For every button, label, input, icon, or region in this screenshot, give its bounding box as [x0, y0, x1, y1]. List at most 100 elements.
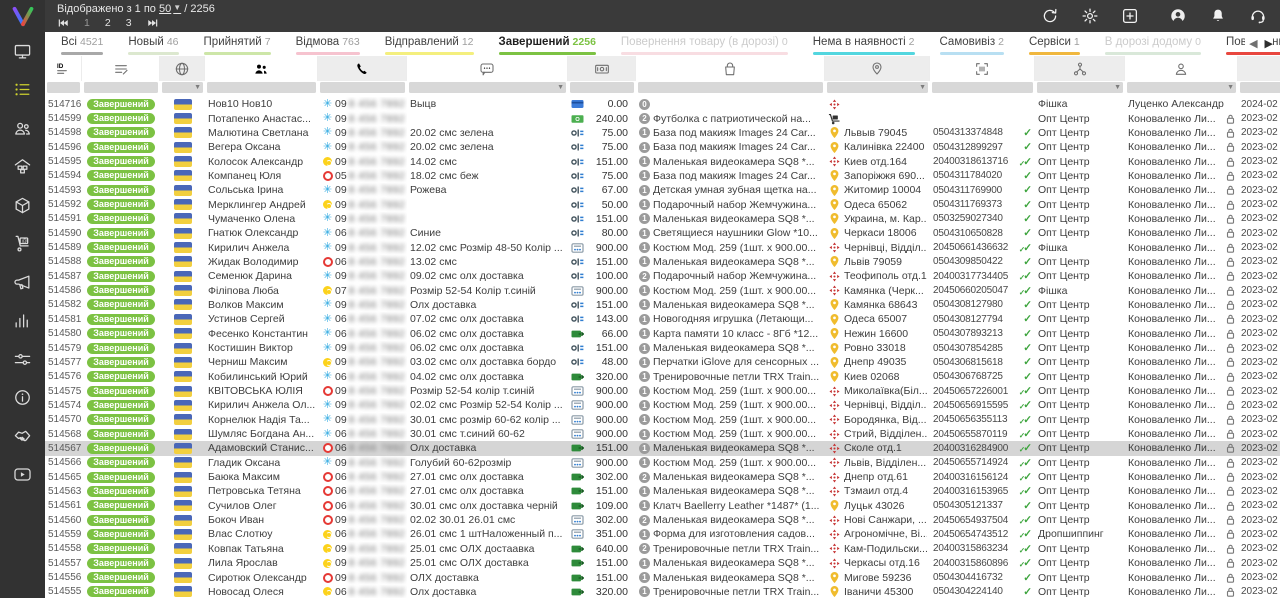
- cell-phone[interactable]: 098 456 7892: [318, 556, 407, 570]
- cell-id[interactable]: 514567: [45, 441, 82, 455]
- cell-date[interactable]: 2023-02: [1238, 398, 1280, 412]
- cell-date[interactable]: 2023-02: [1238, 255, 1280, 269]
- cell-fulfil[interactable]: Опт Центр: [1035, 398, 1125, 412]
- cell-track[interactable]: 20450654937504✓: [930, 513, 1035, 527]
- cell-pay[interactable]: 151.00: [568, 441, 636, 455]
- cell-fulfil[interactable]: Опт Центр: [1035, 470, 1125, 484]
- cell-ship[interactable]: Сколе отд.1: [825, 441, 930, 455]
- cell-fulfil[interactable]: Опт Центр: [1035, 226, 1125, 240]
- cell-pay[interactable]: 151.00: [568, 556, 636, 570]
- cell-ship[interactable]: Чернівці, Відділ...: [825, 398, 930, 412]
- cell-flag[interactable]: [160, 441, 205, 455]
- cell-pay[interactable]: 320.00: [568, 585, 636, 598]
- cell-flag[interactable]: [160, 111, 205, 125]
- cell-name[interactable]: Устинов Сергей: [205, 312, 318, 326]
- cell-manager[interactable]: Коноваленко Ли...: [1125, 312, 1238, 326]
- cell-fulfil[interactable]: Опт Центр: [1035, 140, 1125, 154]
- cell-comment[interactable]: 12.02 смс Розмір 48-50 Колір ...: [407, 240, 568, 254]
- cell-track[interactable]: 20400318613716✓: [930, 154, 1035, 168]
- cell-status[interactable]: Завершений: [82, 298, 160, 312]
- cell-product[interactable]: 1Клатч Baellerry Leather *1487* (1...: [636, 499, 825, 513]
- cell-track[interactable]: 20400316156124✓: [930, 470, 1035, 484]
- cell-track[interactable]: 0504304224140✓: [930, 585, 1035, 598]
- cell-id[interactable]: 514561: [45, 499, 82, 513]
- cell-id[interactable]: 514599: [45, 111, 82, 125]
- cell-status[interactable]: Завершений: [82, 470, 160, 484]
- table-row[interactable]: 514716ЗавершенийНов10 Нов10✳098 456 7892…: [45, 97, 1280, 111]
- cell-track[interactable]: 0504307893213✓: [930, 327, 1035, 341]
- pin-icon-column-header[interactable]: [825, 56, 930, 81]
- cell-id[interactable]: 514565: [45, 470, 82, 484]
- cell-comment[interactable]: Розмір 52-54 колір т.синій: [407, 384, 568, 398]
- cell-status[interactable]: Завершений: [82, 183, 160, 197]
- cell-track[interactable]: 0504311769900✓: [930, 183, 1035, 197]
- cell-phone[interactable]: 098 456 7892: [318, 384, 407, 398]
- cell-pay[interactable]: 151.00: [568, 298, 636, 312]
- cell-fulfil[interactable]: Опт Центр: [1035, 585, 1125, 598]
- cell-track[interactable]: 20400315863234✓: [930, 542, 1035, 556]
- cell-date[interactable]: 2023-02: [1238, 542, 1280, 556]
- cell-fulfil[interactable]: Опт Центр: [1035, 111, 1125, 125]
- cell-track[interactable]: 20450654743512✓: [930, 527, 1035, 541]
- cell-pay[interactable]: 900.00: [568, 283, 636, 297]
- cell-track[interactable]: 0504308127980✓: [930, 298, 1035, 312]
- cell-ship[interactable]: Камянка (Черк...: [825, 283, 930, 297]
- cell-manager[interactable]: Коноваленко Ли...: [1125, 226, 1238, 240]
- table-row[interactable]: 514589ЗавершенийКирилич Анжела✳098 456 7…: [45, 240, 1280, 254]
- table-row[interactable]: 514593ЗавершенийСольська Ірина✳098 456 7…: [45, 183, 1280, 197]
- cell-manager[interactable]: Коноваленко Ли...: [1125, 413, 1238, 427]
- filter-input-id[interactable]: [47, 82, 80, 93]
- table-row[interactable]: 514594ЗавершенийКомпанец Юля058 456 7892…: [45, 169, 1280, 183]
- cell-name[interactable]: Філіпова Люба: [205, 283, 318, 297]
- cell-ship[interactable]: Черкаси 18006: [825, 226, 930, 240]
- cell-product[interactable]: 1Маленькая видеокамера SQ8 *...: [636, 154, 825, 168]
- cell-id[interactable]: 514591: [45, 212, 82, 226]
- cell-manager[interactable]: Коноваленко Ли...: [1125, 283, 1238, 297]
- cell-comment[interactable]: ОЛХ доставка: [407, 570, 568, 584]
- cell-pay[interactable]: 900.00: [568, 456, 636, 470]
- cell-fulfil[interactable]: Опт Центр: [1035, 341, 1125, 355]
- table-row[interactable]: 514588ЗавершенийЖидак Володимир068 456 7…: [45, 255, 1280, 269]
- cell-flag[interactable]: [160, 370, 205, 384]
- tab-новый[interactable]: Новый46: [128, 32, 178, 56]
- cell-fulfil[interactable]: Опт Центр: [1035, 154, 1125, 168]
- table-row[interactable]: 514561ЗавершенийСучилов Олег068 456 7892…: [45, 499, 1280, 513]
- cell-pay[interactable]: 151.00: [568, 341, 636, 355]
- cell-fulfil[interactable]: Опт Центр: [1035, 499, 1125, 513]
- sidebar-settings-icon[interactable]: [0, 340, 45, 379]
- filter-input-comment[interactable]: ▼: [409, 82, 566, 93]
- cell-product[interactable]: 1Детская умная зубная щетка на...: [636, 183, 825, 197]
- cell-manager[interactable]: Коноваленко Ли...: [1125, 240, 1238, 254]
- cell-comment[interactable]: Розмір 52-54 Колір т.синій: [407, 283, 568, 297]
- table-row[interactable]: 514592ЗавершенийМерклингер Андрей098 456…: [45, 197, 1280, 211]
- cell-manager[interactable]: Коноваленко Ли...: [1125, 570, 1238, 584]
- cell-phone[interactable]: 068 456 7892: [318, 499, 407, 513]
- filter-input-manager[interactable]: ▼: [1127, 82, 1236, 93]
- cell-name[interactable]: Сольська Ірина: [205, 183, 318, 197]
- cell-track[interactable]: 20450655870119✓: [930, 427, 1035, 441]
- cell-track[interactable]: 20450655714924✓: [930, 456, 1035, 470]
- cell-manager[interactable]: Коноваленко Ли...: [1125, 197, 1238, 211]
- cell-status[interactable]: Завершений: [82, 97, 160, 111]
- cell-comment[interactable]: [407, 197, 568, 211]
- cell-ship[interactable]: Нові Санжари, ...: [825, 513, 930, 527]
- cell-comment[interactable]: 02.02 30.01 26.01 смс: [407, 513, 568, 527]
- cell-ship[interactable]: Луцьк 43026: [825, 499, 930, 513]
- cell-product[interactable]: 1Маленькая видеокамера SQ8 *...: [636, 212, 825, 226]
- cell-ship[interactable]: Черкасы отд.16: [825, 556, 930, 570]
- cell-name[interactable]: Гнатюк Олександр: [205, 226, 318, 240]
- cell-ship[interactable]: Житомир 10004: [825, 183, 930, 197]
- cell-product[interactable]: 1Костюм Мод. 259 (1шт. x 900.00...: [636, 240, 825, 254]
- cell-fulfil[interactable]: Фішка: [1035, 240, 1125, 254]
- cell-pay[interactable]: 900.00: [568, 413, 636, 427]
- cell-phone[interactable]: 058 456 7892: [318, 169, 407, 183]
- cell-date[interactable]: 2023-02: [1238, 341, 1280, 355]
- cell-status[interactable]: Завершений: [82, 413, 160, 427]
- cell-pay[interactable]: 900.00: [568, 240, 636, 254]
- cell-name[interactable]: Костишин Виктор: [205, 341, 318, 355]
- cell-date[interactable]: 2023-02: [1238, 298, 1280, 312]
- tab-відмова[interactable]: Відмова763: [296, 32, 360, 56]
- cell-fulfil[interactable]: Фішка: [1035, 97, 1125, 111]
- cell-track[interactable]: 20450656355113✓: [930, 413, 1035, 427]
- cell-pay[interactable]: 67.00: [568, 183, 636, 197]
